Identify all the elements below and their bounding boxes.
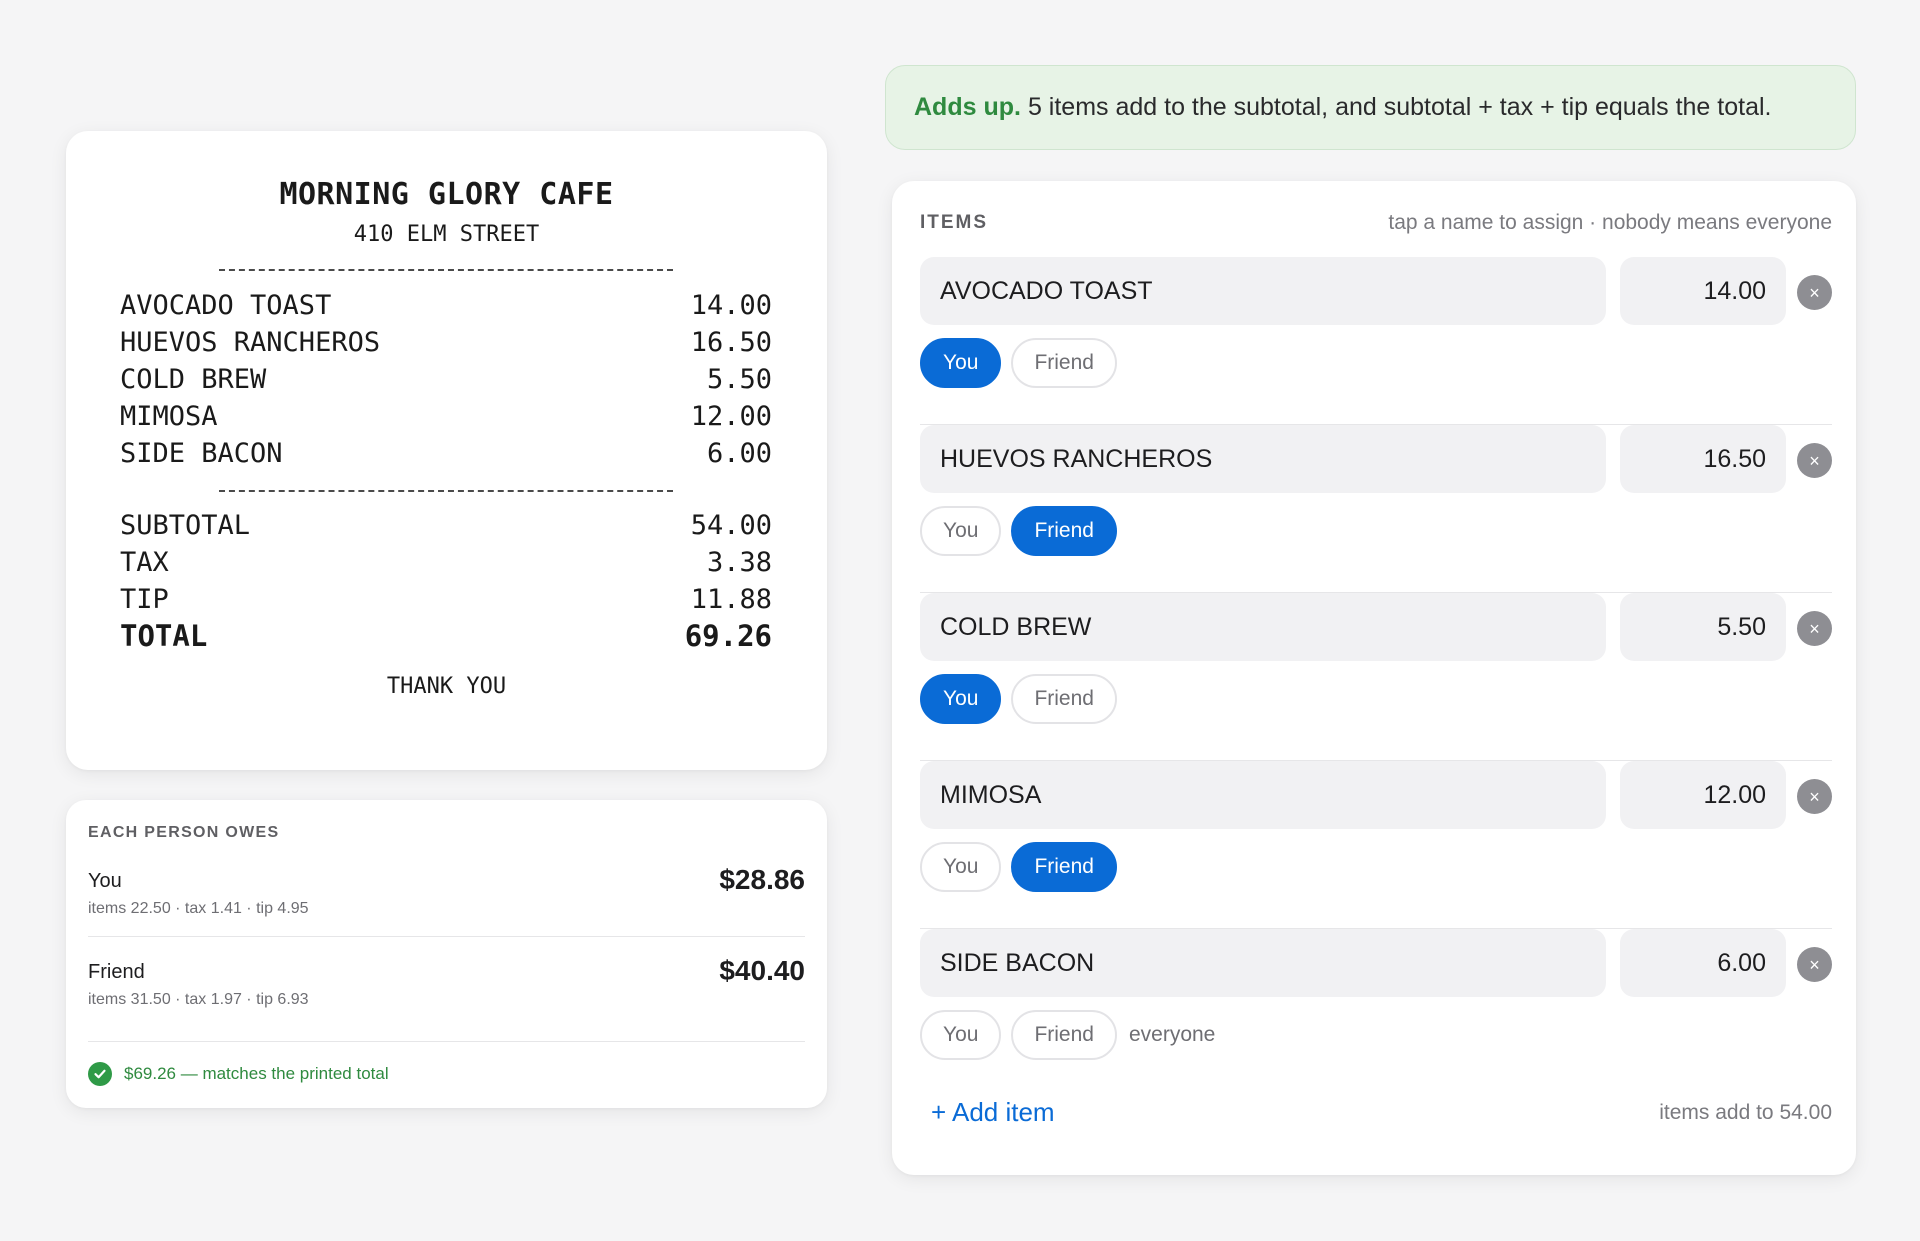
assign-chips: You Friend everyone bbox=[920, 1010, 1215, 1060]
person-name: Friend bbox=[88, 961, 145, 983]
close-icon[interactable]: × bbox=[1797, 275, 1832, 310]
receipt-subtotal: SUBTOTAL 54.00 bbox=[120, 507, 772, 543]
receipt-thanks: THANK YOU bbox=[386, 674, 507, 699]
everyone-note: everyone bbox=[1128, 1023, 1216, 1046]
receipt-divider bbox=[219, 490, 673, 492]
receipt-line: MIMOSA 12.00 bbox=[120, 398, 772, 434]
receipt-line-price: 16.50 bbox=[690, 326, 772, 358]
receipt-divider bbox=[219, 269, 673, 271]
receipt-total-value: 69.26 bbox=[684, 619, 772, 653]
items-total: items add to 54.00 bbox=[1659, 1101, 1832, 1124]
items-hint: tap a name to assign · nobody means ever… bbox=[1388, 211, 1832, 234]
assign-chips: You Friend bbox=[920, 842, 1117, 892]
receipt-title: MORNING GLORY CAFE bbox=[279, 177, 614, 212]
assign-friend-chip[interactable]: Friend bbox=[1011, 506, 1117, 556]
receipt-line-price: 5.50 bbox=[706, 363, 772, 395]
item-row: AVOCADO TOAST 14.00 × You Friend bbox=[920, 257, 1832, 425]
owes-divider bbox=[88, 936, 805, 937]
receipt-line-name: HUEVOS RANCHEROS bbox=[120, 326, 381, 358]
add-item-button[interactable]: + Add item bbox=[931, 1097, 1055, 1128]
items-panel: ITEMS tap a name to assign · nobody mean… bbox=[892, 181, 1856, 1175]
item-row: COLD BREW 5.50 × You Friend bbox=[920, 593, 1832, 761]
person-amount: $28.86 bbox=[719, 864, 805, 895]
receipt-subtotal-value: 54.00 bbox=[690, 509, 772, 541]
receipt-line-name: COLD BREW bbox=[120, 363, 267, 395]
item-row: SIDE BACON 6.00 × You Friend everyone bbox=[920, 929, 1832, 1097]
assign-chips: You Friend bbox=[920, 674, 1117, 724]
assign-you-chip[interactable]: You bbox=[920, 1010, 1002, 1060]
receipt-line-name: SIDE BACON bbox=[120, 437, 283, 469]
person-detail: items 31.50 · tax 1.97 · tip 6.93 bbox=[88, 991, 309, 1008]
person-detail: items 22.50 · tax 1.41 · tip 4.95 bbox=[88, 900, 309, 917]
item-price-input[interactable]: 14.00 bbox=[1620, 257, 1786, 325]
item-name-input[interactable]: HUEVOS RANCHEROS bbox=[920, 425, 1606, 493]
person-name: You bbox=[88, 870, 122, 892]
item-price-input[interactable]: 5.50 bbox=[1620, 593, 1786, 661]
item-name-input[interactable]: SIDE BACON bbox=[920, 929, 1606, 997]
receipt-line-price: 14.00 bbox=[690, 289, 772, 321]
receipt-tax: TAX 3.38 bbox=[120, 544, 772, 580]
status-banner: Adds up. 5 items add to the subtotal, an… bbox=[885, 65, 1856, 150]
assign-friend-chip[interactable]: Friend bbox=[1011, 674, 1117, 724]
close-icon[interactable]: × bbox=[1797, 611, 1832, 646]
receipt-tip-label: TIP bbox=[120, 583, 169, 615]
owes-card: EACH PERSON OWES You $28.86 items 22.50 … bbox=[66, 800, 827, 1108]
item-name-input[interactable]: AVOCADO TOAST bbox=[920, 257, 1606, 325]
assign-friend-chip[interactable]: Friend bbox=[1011, 338, 1117, 388]
item-row: HUEVOS RANCHEROS 16.50 × You Friend bbox=[920, 425, 1832, 593]
receipt-line: AVOCADO TOAST 14.00 bbox=[120, 287, 772, 323]
item-price-input[interactable]: 12.00 bbox=[1620, 761, 1786, 829]
receipt-line: SIDE BACON 6.00 bbox=[120, 435, 772, 471]
banner-strong: Adds up. bbox=[914, 93, 1021, 121]
assign-friend-chip[interactable]: Friend bbox=[1011, 1010, 1117, 1060]
item-price-input[interactable]: 6.00 bbox=[1620, 929, 1786, 997]
receipt-line-price: 6.00 bbox=[706, 437, 772, 469]
assign-chips: You Friend bbox=[920, 338, 1117, 388]
item-name-input[interactable]: MIMOSA bbox=[920, 761, 1606, 829]
total-match-row: $69.26 — matches the printed total bbox=[88, 1062, 389, 1086]
receipt-address: 410 ELM STREET bbox=[353, 222, 540, 247]
owes-divider bbox=[88, 1041, 805, 1042]
receipt-line-name: MIMOSA bbox=[120, 400, 218, 432]
check-circle-icon bbox=[88, 1062, 112, 1086]
receipt-line: COLD BREW 5.50 bbox=[120, 361, 772, 397]
item-price-input[interactable]: 16.50 bbox=[1620, 425, 1786, 493]
receipt-tax-value: 3.38 bbox=[706, 546, 772, 578]
banner-text: 5 items add to the subtotal, and subtota… bbox=[1027, 93, 1772, 121]
close-icon[interactable]: × bbox=[1797, 443, 1832, 478]
item-name-input[interactable]: COLD BREW bbox=[920, 593, 1606, 661]
assign-you-chip[interactable]: You bbox=[920, 674, 1002, 724]
close-icon[interactable]: × bbox=[1797, 947, 1832, 982]
receipt-line-name: AVOCADO TOAST bbox=[120, 289, 332, 321]
receipt-tip-value: 11.88 bbox=[690, 583, 772, 615]
assign-you-chip[interactable]: You bbox=[920, 338, 1002, 388]
owes-header: EACH PERSON OWES bbox=[88, 824, 280, 841]
assign-chips: You Friend bbox=[920, 506, 1117, 556]
receipt-line-price: 12.00 bbox=[690, 400, 772, 432]
assign-friend-chip[interactable]: Friend bbox=[1011, 842, 1117, 892]
receipt-total-label: TOTAL bbox=[120, 619, 208, 653]
assign-you-chip[interactable]: You bbox=[920, 506, 1002, 556]
item-row: MIMOSA 12.00 × You Friend bbox=[920, 761, 1832, 929]
receipt-tip: TIP 11.88 bbox=[120, 581, 772, 617]
close-icon[interactable]: × bbox=[1797, 779, 1832, 814]
assign-you-chip[interactable]: You bbox=[920, 842, 1002, 892]
receipt-tax-label: TAX bbox=[120, 546, 169, 578]
items-header: ITEMS bbox=[920, 212, 989, 233]
receipt-line: HUEVOS RANCHEROS 16.50 bbox=[120, 324, 772, 360]
receipt-subtotal-label: SUBTOTAL bbox=[120, 509, 251, 541]
person-amount: $40.40 bbox=[719, 955, 805, 986]
total-match-text: $69.26 — matches the printed total bbox=[124, 1064, 389, 1083]
receipt-card: MORNING GLORY CAFE 410 ELM STREET AVOCAD… bbox=[66, 131, 827, 770]
receipt-total: TOTAL 69.26 bbox=[120, 618, 772, 654]
